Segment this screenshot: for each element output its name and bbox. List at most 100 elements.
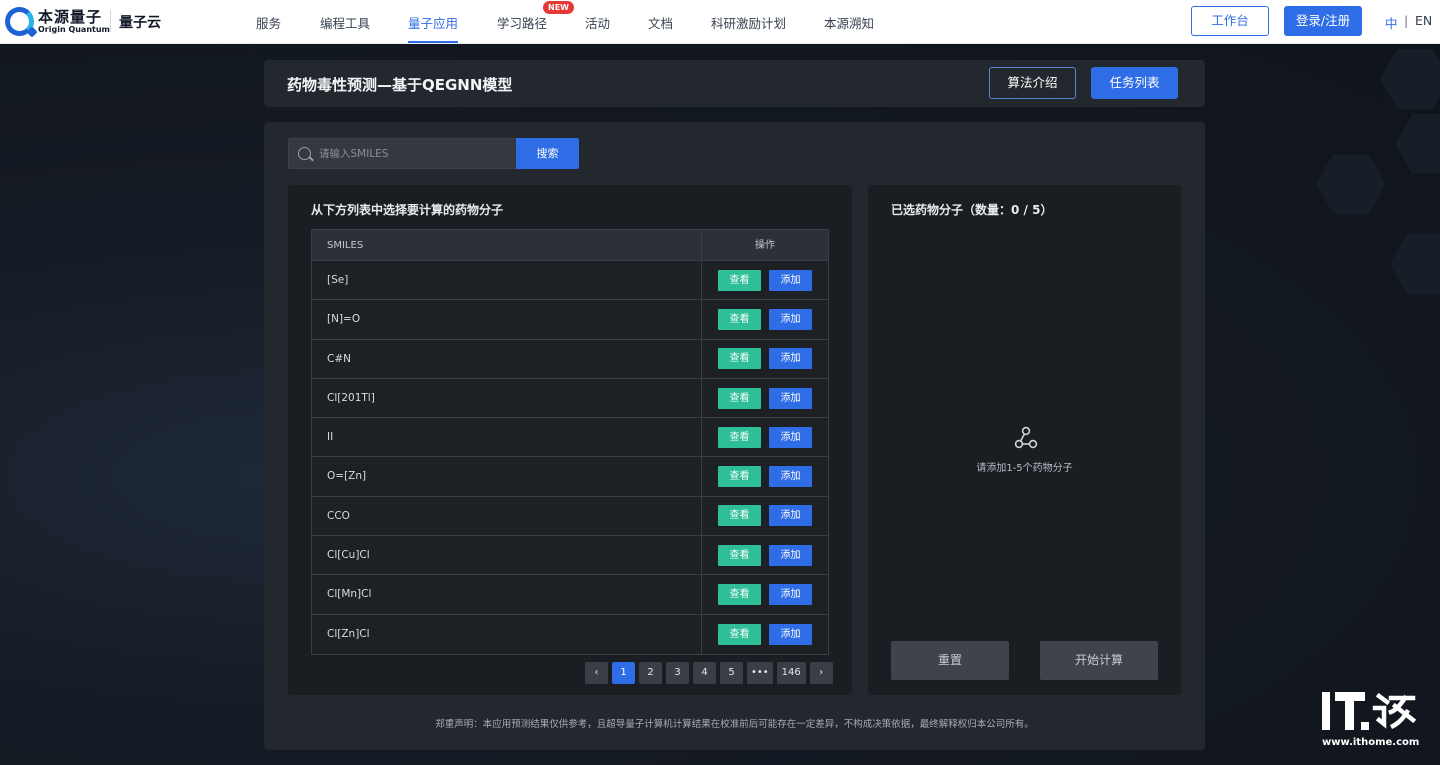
page-button-1[interactable]: 1: [612, 662, 635, 684]
page-button-5[interactable]: 5: [720, 662, 743, 684]
logo-text-cn[interactable]: 本源量子: [38, 6, 102, 27]
search-button[interactable]: 搜索: [516, 138, 579, 169]
page-button-3[interactable]: 3: [666, 662, 689, 684]
product-name[interactable]: 量子云: [119, 12, 161, 32]
nav-origin-suzhi[interactable]: 本源溯知: [824, 13, 874, 32]
start-calculation-button[interactable]: 开始计算: [1040, 641, 1158, 680]
view-button[interactable]: 查看: [718, 544, 761, 566]
molecule-table: SMILES 操作 [Se] 查看 添加 [N]=O 查看 添加 C#N 查看 …: [311, 229, 829, 655]
ithome-watermark-logo: [1322, 692, 1417, 730]
actions-cell: 查看 添加: [702, 497, 828, 535]
more-pages-ellipsis[interactable]: •••: [747, 662, 773, 684]
login-register-button[interactable]: 登录/注册: [1284, 6, 1362, 36]
logo-text-en[interactable]: Origin Quantum: [38, 25, 110, 34]
smiles-cell: O=[Zn]: [312, 457, 702, 496]
nav-research-incentive[interactable]: 科研激励计划: [711, 13, 786, 32]
actions-cell: 查看 添加: [702, 536, 828, 574]
smiles-cell: Cl[Mn]Cl: [312, 575, 702, 614]
watermark-url: www.ithome.com: [1322, 737, 1420, 748]
add-button[interactable]: 添加: [769, 623, 812, 645]
table-header: SMILES 操作: [312, 230, 828, 261]
selected-molecules-card: 已选药物分子（数量：0 / 5） 请添加1-5个药物分子 重置 开始计算: [868, 185, 1181, 695]
actions-cell: 查看 添加: [702, 615, 828, 654]
view-button[interactable]: 查看: [718, 387, 761, 409]
table-row: II 查看 添加: [312, 418, 828, 458]
next-page-button[interactable]: ›: [809, 662, 833, 684]
view-button[interactable]: 查看: [718, 269, 761, 291]
actions-cell: 查看 添加: [702, 300, 828, 338]
table-row: Cl[Cu]Cl 查看 添加: [312, 536, 828, 576]
disclaimer-text: 郑重声明：本应用预测结果仅供参考，且超导量子计算机计算结果在校准前后可能存在一定…: [435, 719, 1034, 730]
table-row: O=[Zn] 查看 添加: [312, 457, 828, 497]
table-row: Cl[Mn]Cl 查看 添加: [312, 575, 828, 615]
lang-en[interactable]: EN: [1415, 13, 1432, 28]
smiles-cell: II: [312, 418, 702, 457]
add-button[interactable]: 添加: [769, 505, 812, 527]
smiles-cell: C#N: [312, 339, 702, 378]
selected-title: 已选药物分子（数量：0 / 5）: [891, 203, 1053, 217]
table-row: CCO 查看 添加: [312, 496, 828, 537]
smiles-search-input[interactable]: [319, 139, 514, 168]
lang-separator: |: [1404, 13, 1409, 28]
column-header-smiles: SMILES: [312, 230, 702, 260]
table-row: Cl[201Tl] 查看 添加: [312, 378, 828, 419]
nav-services[interactable]: 服务: [256, 13, 281, 32]
search-icon: [298, 147, 311, 160]
view-button[interactable]: 查看: [718, 623, 761, 645]
list-title: 从下方列表中选择要计算的药物分子: [311, 203, 504, 217]
nav-events[interactable]: 活动: [585, 13, 610, 32]
nav-active-underline: [408, 41, 458, 43]
table-row: Cl[Zn]Cl 查看 添加: [312, 614, 828, 654]
task-list-button[interactable]: 任务列表: [1091, 67, 1178, 99]
pagination: ‹ 1 2 3 4 5 ••• 146 ›: [585, 662, 833, 684]
actions-cell: 查看 添加: [702, 457, 828, 495]
add-button[interactable]: 添加: [769, 348, 812, 370]
nav-docs[interactable]: 文档: [648, 13, 673, 32]
reset-button[interactable]: 重置: [891, 641, 1009, 680]
nav-quantum-apps[interactable]: 量子应用: [408, 13, 458, 32]
table-row: C#N 查看 添加: [312, 339, 828, 379]
view-button[interactable]: 查看: [718, 466, 761, 488]
view-button[interactable]: 查看: [718, 426, 761, 448]
hex-decoration: [1380, 49, 1440, 109]
page-button-4[interactable]: 4: [693, 662, 716, 684]
page-title: 药物毒性预测—基于QEGNN模型: [287, 76, 513, 94]
smiles-cell: Cl[Zn]Cl: [312, 614, 702, 654]
page-button-2[interactable]: 2: [639, 662, 662, 684]
smiles-cell: [N]=O: [312, 300, 702, 339]
nav-programming-tools[interactable]: 编程工具: [320, 13, 370, 32]
lang-zh[interactable]: 中: [1385, 13, 1398, 32]
add-button[interactable]: 添加: [769, 387, 812, 409]
add-button[interactable]: 添加: [769, 308, 812, 330]
workbench-button[interactable]: 工作台: [1191, 6, 1269, 36]
top-navbar: 本源量子 Origin Quantum 量子云 服务 编程工具 量子应用 学习路…: [0, 0, 1440, 44]
actions-cell: 查看 添加: [702, 575, 828, 613]
add-button[interactable]: 添加: [769, 584, 812, 606]
view-button[interactable]: 查看: [718, 348, 761, 370]
actions-cell: 查看 添加: [702, 261, 828, 299]
add-button[interactable]: 添加: [769, 426, 812, 448]
smiles-cell: CCO: [312, 496, 702, 536]
view-button[interactable]: 查看: [718, 308, 761, 330]
add-button[interactable]: 添加: [769, 544, 812, 566]
view-button[interactable]: 查看: [718, 505, 761, 527]
view-button[interactable]: 查看: [718, 584, 761, 606]
page-title-bar: 药物毒性预测—基于QEGNN模型 算法介绍 任务列表: [264, 60, 1205, 107]
column-header-actions: 操作: [755, 240, 775, 251]
actions-cell: 查看 添加: [702, 418, 828, 456]
nav-learning-path[interactable]: 学习路径: [497, 13, 547, 32]
smiles-cell: Cl[201Tl]: [312, 378, 702, 418]
page-button-last[interactable]: 146: [776, 662, 806, 684]
molecule-empty-icon: [1014, 426, 1038, 449]
smiles-cell: Cl[Cu]Cl: [312, 536, 702, 575]
origin-quantum-logo-icon[interactable]: [5, 7, 34, 36]
prev-page-button[interactable]: ‹: [585, 662, 608, 684]
add-button[interactable]: 添加: [769, 466, 812, 488]
algorithm-intro-button[interactable]: 算法介绍: [989, 67, 1076, 99]
actions-cell: 查看 添加: [702, 379, 828, 417]
main-panel: 搜索 从下方列表中选择要计算的药物分子 SMILES 操作 [Se] 查看 添加…: [264, 122, 1205, 750]
search-box[interactable]: [288, 138, 517, 169]
smiles-cell: [Se]: [312, 261, 702, 300]
add-button[interactable]: 添加: [769, 269, 812, 291]
logo-divider: [110, 10, 111, 32]
